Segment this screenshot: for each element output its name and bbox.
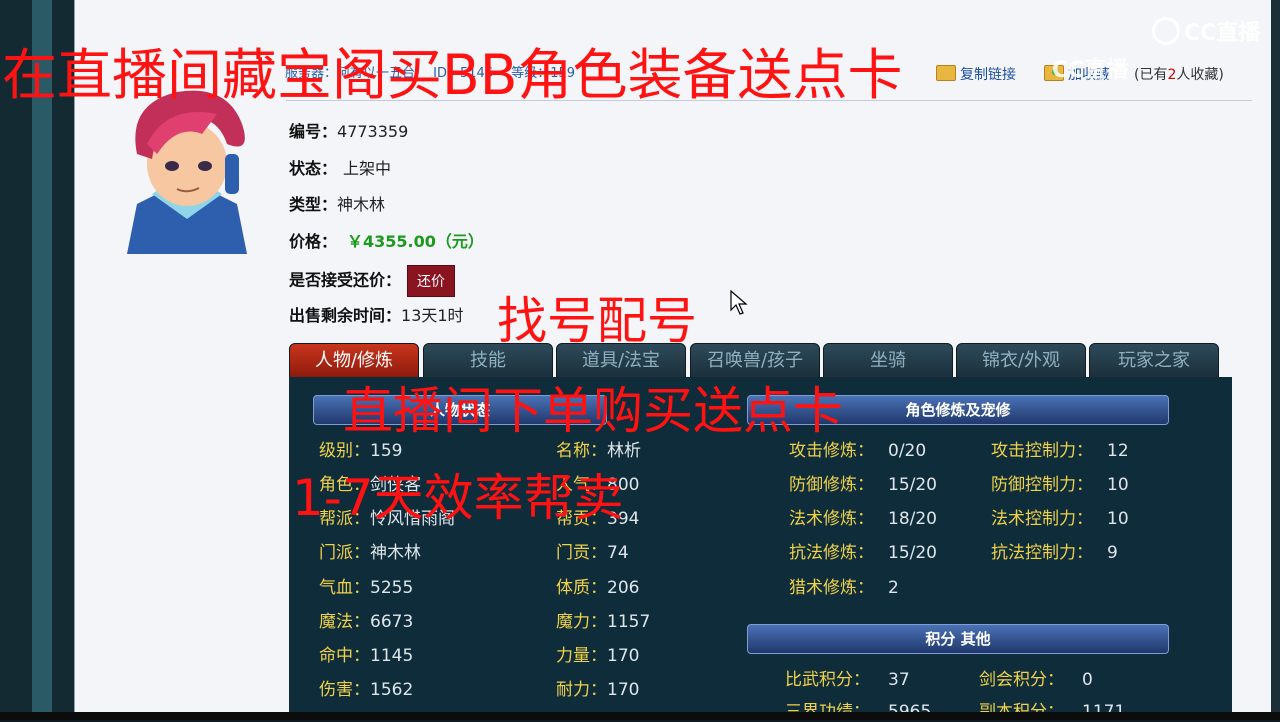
counter-offer-label: 是否接受还价： [289, 270, 402, 290]
cult-resist-control: 抗法控制力： 9 [991, 543, 1118, 563]
attr-hp: 气血：5255 [319, 578, 414, 598]
overlay-promo-line-4: 1-7天效率帮卖 [292, 469, 624, 527]
copy-link-icon [936, 65, 956, 81]
listing-id-value: 4773359 [337, 122, 409, 141]
listing-id-label: 编号： [289, 122, 338, 141]
cult-defense-control: 防御控制力： 10 [991, 475, 1129, 495]
attr-constitution: 体质：206 [556, 578, 640, 598]
remaining-time-label: 出售剩余时间： [289, 306, 402, 325]
attr-school: 门派：神木林 [319, 543, 421, 563]
attr-school-contribution: 门贡：74 [556, 543, 629, 563]
cc-logo-icon [1152, 17, 1180, 45]
attr-damage: 伤害：1562 [319, 680, 414, 700]
cult-defense: 防御修炼： 15/20 [789, 475, 937, 495]
remaining-time-row: 出售剩余时间：13天1时 [289, 302, 464, 326]
mouse-cursor-icon [730, 290, 748, 315]
score-arena: 比武积分： 37 [785, 670, 910, 690]
tab-outfits[interactable]: 锦衣/外观 [956, 343, 1086, 379]
attr-magic-power: 魔力：1157 [556, 612, 651, 632]
copy-link-button[interactable]: 复制链接 [936, 64, 1016, 84]
cc-live-watermark: CC直播 [1052, 58, 1129, 83]
listing-id-row: 编号：4773359 [289, 118, 408, 142]
cult-magic-control: 法术控制力： 10 [991, 509, 1129, 529]
status-label: 状态： [289, 159, 338, 178]
type-value: 神木林 [337, 195, 386, 214]
left-frame-stripe [32, 0, 52, 720]
overlay-promo-line-3: 直播间下单购买送点卡 [343, 382, 843, 440]
status-row: 状态： 上架中 [289, 155, 391, 179]
attr-mp: 魔法：6673 [319, 612, 414, 632]
tab-home[interactable]: 玩家之家 [1089, 343, 1219, 379]
copy-link-label: 复制链接 [960, 67, 1016, 83]
favorite-count: (已有2人收藏) [1134, 67, 1224, 83]
cult-attack-control: 攻击控制力： 12 [991, 441, 1129, 461]
type-label: 类型： [289, 195, 338, 214]
overlay-promo-line-2: 找号配号 [497, 292, 697, 350]
attr-accuracy: 命中：1145 [319, 646, 414, 666]
bottom-edge [0, 712, 1280, 720]
attr-endurance: 耐力：170 [556, 680, 640, 700]
attr-strength: 力量：170 [556, 646, 640, 666]
remaining-time-value: 13天1时 [401, 306, 464, 325]
section-score-header: 积分 其他 [747, 624, 1169, 654]
score-sword: 剑会积分： 0 [979, 670, 1093, 690]
tab-character[interactable]: 人物/修炼 [289, 343, 419, 379]
cult-hunting: 猎术修炼： 2 [789, 578, 899, 598]
status-value: 上架中 [343, 159, 392, 178]
tab-mounts[interactable]: 坐骑 [823, 343, 953, 379]
counter-offer-row: 是否接受还价： 还价 [289, 265, 456, 297]
counter-offer-button[interactable]: 还价 [407, 265, 456, 297]
price-value: ￥4355.00（元） [347, 232, 484, 251]
character-avatar [107, 84, 265, 254]
type-row: 类型：神木林 [289, 191, 385, 215]
cult-resist: 抗法修炼： 15/20 [789, 543, 937, 563]
price-row: 价格： ￥4355.00（元） [289, 228, 484, 252]
right-window-frame [1270, 0, 1280, 720]
cc-live-logo: CC直播 [1152, 15, 1260, 47]
overlay-promo-line-1: 在直播间藏宝阁买BB角色装备送点卡 [2, 43, 903, 107]
tab-pets[interactable]: 召唤兽/孩子 [690, 343, 820, 379]
price-label: 价格： [289, 232, 338, 251]
cult-magic: 法术修炼： 18/20 [789, 509, 937, 529]
